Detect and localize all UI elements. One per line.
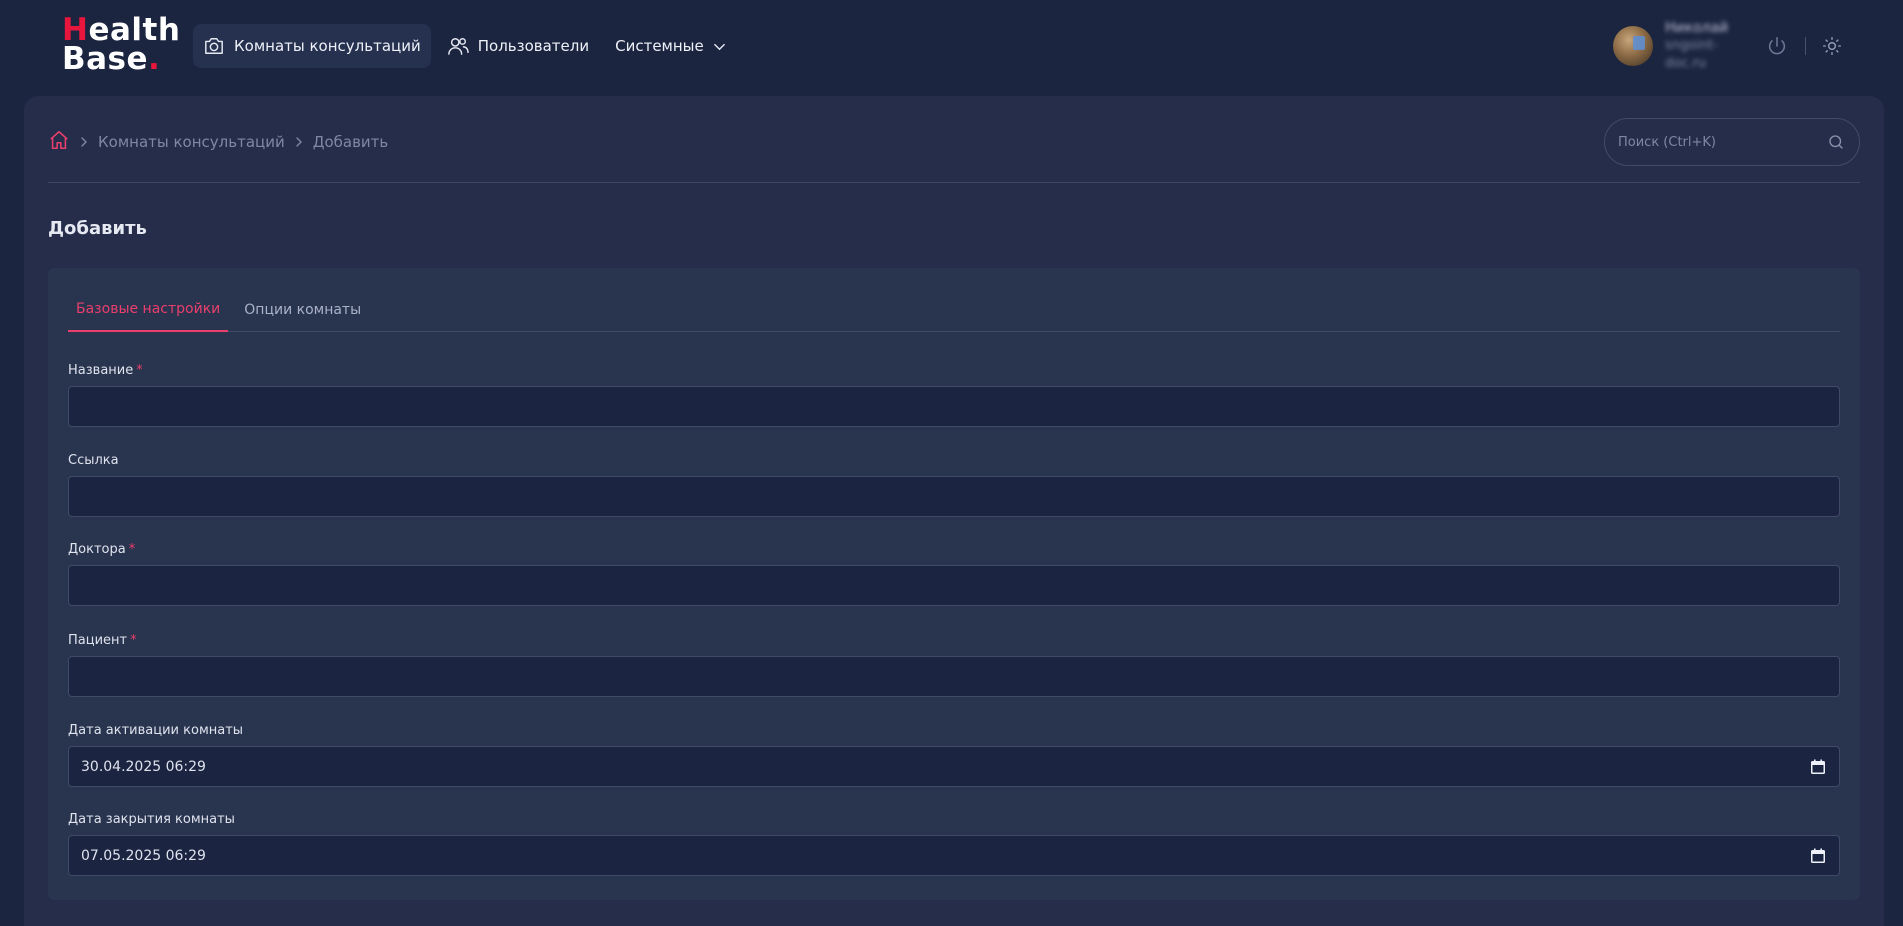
logout-button[interactable] <box>1765 34 1789 58</box>
calendar-icon[interactable] <box>1809 758 1827 776</box>
form-card: Базовые настройки Опции комнаты Название… <box>48 268 1860 900</box>
field-label: Ссылка <box>68 453 119 468</box>
nav-item-consult-rooms[interactable]: Комнаты консультаций <box>193 24 431 68</box>
top-bar: Health Base. Комнаты консультаций Пользо… <box>0 0 1903 92</box>
field-activation-date: Дата активации комнаты <box>68 721 1840 787</box>
nav-item-system[interactable]: Системные <box>605 24 736 68</box>
required-mark: * <box>136 363 143 378</box>
nav-item-label: Комнаты консультаций <box>234 37 421 55</box>
patient-input[interactable] <box>81 668 1827 685</box>
user-email: sngoint-doc.ru <box>1665 38 1718 71</box>
nav-item-label: Пользователи <box>477 37 590 55</box>
chevron-right-icon <box>294 137 304 147</box>
user-name: Николай <box>1665 20 1729 36</box>
field-link: Ссылка <box>68 451 1840 517</box>
nav-item-users[interactable]: Пользователи <box>437 24 599 68</box>
divider <box>1805 37 1806 55</box>
field-label: Название * <box>68 363 143 378</box>
chevron-right-icon <box>79 137 89 147</box>
doctors-input[interactable] <box>81 577 1827 594</box>
users-icon <box>447 38 469 55</box>
nav-item-label: Системные <box>615 37 704 55</box>
field-doctors: Доктора * <box>68 540 1840 606</box>
link-input[interactable] <box>81 488 1827 505</box>
user-info[interactable]: Николай sngoint-doc.ru <box>1665 19 1757 73</box>
required-mark: * <box>130 633 137 648</box>
search-input[interactable] <box>1618 134 1827 150</box>
field-label: Пациент * <box>68 633 137 648</box>
field-label: Дата активации комнаты <box>68 723 244 738</box>
main-nav: Комнаты консультаций Пользователи Систем… <box>193 24 742 68</box>
tab-basic-settings[interactable]: Базовые настройки <box>68 288 229 332</box>
breadcrumb-item-rooms[interactable]: Комнаты консультаций <box>98 133 285 151</box>
closing-date-input[interactable] <box>81 847 1809 864</box>
camera-icon <box>205 38 223 54</box>
field-closing-date: Дата закрытия комнаты <box>68 810 1840 876</box>
breadcrumb-item-add: Добавить <box>312 133 389 151</box>
tab-bar: Базовые настройки Опции комнаты <box>68 288 1840 332</box>
health-base-logo[interactable]: Health Base. <box>62 15 180 78</box>
page-title: Добавить <box>48 218 147 239</box>
theme-toggle-button[interactable] <box>1820 34 1844 58</box>
sun-icon <box>1823 37 1841 55</box>
chevron-down-icon <box>713 43 725 50</box>
name-input[interactable] <box>81 398 1827 415</box>
power-icon <box>1768 36 1786 55</box>
header-divider <box>48 182 1860 183</box>
search-box <box>1604 118 1860 166</box>
user-area: Николай sngoint-doc.ru <box>1613 20 1844 71</box>
required-mark: * <box>128 542 136 557</box>
main-panel: Комнаты консультаций Добавить Добавить Б… <box>24 96 1884 926</box>
breadcrumb: Комнаты консультаций Добавить <box>48 129 388 155</box>
field-label: Доктора * <box>68 542 136 557</box>
activation-date-input[interactable] <box>81 758 1809 775</box>
tab-room-options[interactable]: Опции комнаты <box>236 288 369 332</box>
search-icon[interactable] <box>1827 133 1845 151</box>
field-name: Название * <box>68 361 1840 427</box>
field-patient: Пациент * <box>68 631 1840 697</box>
field-label: Дата закрытия комнаты <box>68 812 235 827</box>
avatar[interactable] <box>1613 26 1653 66</box>
home-icon[interactable] <box>48 129 70 155</box>
calendar-icon[interactable] <box>1809 847 1827 865</box>
